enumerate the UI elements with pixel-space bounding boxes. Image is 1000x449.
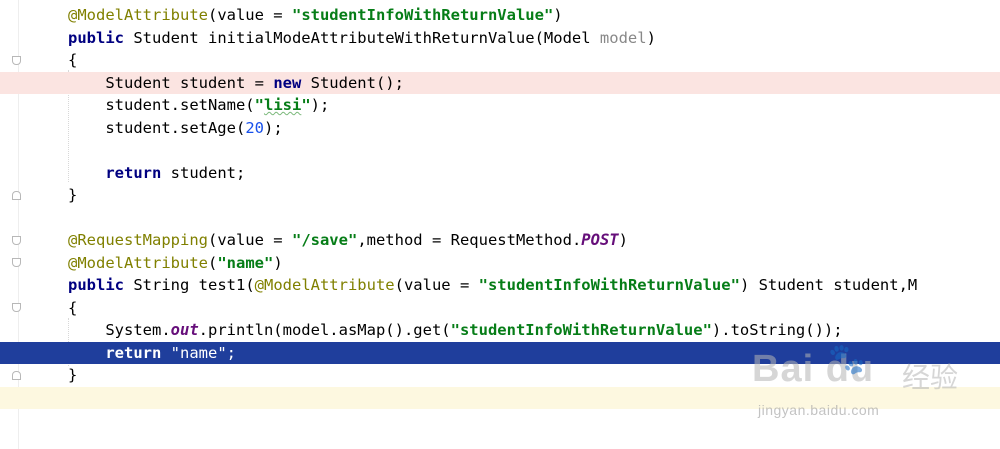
code-token: { [68, 298, 78, 317]
code-line[interactable]: return student; [0, 162, 1000, 185]
code-token: out [170, 321, 199, 339]
code-editor[interactable]: @ModelAttribute(value = "studentInfoWith… [0, 0, 1000, 449]
code-token: (value = [207, 6, 292, 24]
code-token: public [68, 28, 124, 47]
code-token: "name"; [161, 343, 236, 362]
code-token: ).toString()); [711, 321, 843, 339]
code-token: ) [618, 231, 628, 249]
code-line[interactable] [0, 386, 1000, 409]
code-token: public [68, 276, 124, 294]
code-token: lisi [263, 96, 302, 114]
code-text: { [68, 49, 77, 72]
code-text: public Student initialModeAttributeWithR… [68, 27, 656, 50]
code-token: "studentInfoWithReturnValue" [450, 321, 712, 339]
code-text: student.setName("lisi"); [68, 94, 329, 117]
code-line[interactable] [0, 207, 1000, 230]
code-token: @ModelAttribute [68, 6, 208, 24]
code-token: ) [553, 6, 563, 24]
code-token: return [105, 163, 162, 182]
code-token: "studentInfoWithReturnValue" [291, 6, 554, 24]
code-token: "studentInfoWithReturnValue" [478, 276, 740, 294]
code-line[interactable]: @ModelAttribute("name") [0, 252, 1000, 275]
code-token: ,method = RequestMethod. [357, 231, 582, 249]
code-token: ) Student student,M [739, 276, 918, 294]
code-token: Student initialModeAttributeWithReturnVa… [124, 28, 600, 47]
code-line[interactable] [0, 139, 1000, 162]
code-line[interactable]: student.setAge(20); [0, 117, 1000, 140]
code-line[interactable]: } [0, 364, 1000, 387]
code-token: ) [273, 253, 283, 272]
code-token: Student student = [68, 73, 274, 92]
code-token: "name" [217, 253, 274, 272]
code-line[interactable]: @RequestMapping(value = "/save",method =… [0, 229, 1000, 252]
code-token: .println(model.asMap().get( [198, 321, 451, 339]
code-token: model [599, 28, 647, 47]
code-text: { [68, 297, 77, 320]
code-text: @ModelAttribute("name") [68, 252, 283, 275]
code-token: student; [161, 163, 246, 182]
code-token: ); [263, 118, 283, 137]
code-token: String test1( [124, 276, 255, 294]
code-token: ) [646, 28, 656, 47]
code-token: @RequestMapping [68, 231, 208, 249]
code-token: " [301, 96, 311, 114]
code-token: "/save" [291, 231, 358, 249]
code-token: return [105, 343, 162, 362]
code-line[interactable]: public String test1(@ModelAttribute(valu… [0, 274, 1000, 297]
code-text: student.setAge(20); [68, 117, 283, 140]
code-token: POST [581, 231, 619, 249]
code-token: ); [310, 96, 330, 114]
code-token: System. [68, 321, 171, 339]
code-text: } [68, 184, 77, 207]
code-token: Student(); [301, 73, 404, 92]
code-line[interactable]: @ModelAttribute(value = "studentInfoWith… [0, 4, 1000, 27]
code-token: (value = [394, 276, 479, 294]
code-token: student.setAge( [68, 118, 246, 137]
code-line[interactable]: Student student = new Student(); [0, 71, 1000, 95]
code-token: @ModelAttribute [254, 276, 395, 294]
code-token: } [68, 186, 78, 204]
code-token: (value = [207, 231, 292, 249]
code-text: public String test1(@ModelAttribute(valu… [68, 274, 917, 297]
code-text: @RequestMapping(value = "/save",method =… [68, 229, 628, 252]
code-token: new [273, 73, 302, 92]
code-text: @ModelAttribute(value = "studentInfoWith… [68, 4, 563, 27]
code-token: @ModelAttribute [68, 253, 208, 272]
code-line[interactable]: { [0, 297, 1000, 320]
code-token: } [68, 366, 78, 384]
code-line[interactable]: System.out.println(model.asMap().get("st… [0, 319, 1000, 342]
code-line[interactable]: return "name"; [0, 341, 1000, 365]
code-text: Student student = new Student(); [68, 72, 404, 95]
code-token: ( [207, 253, 218, 272]
code-line[interactable]: student.setName("lisi"); [0, 94, 1000, 117]
code-text: return "name"; [68, 342, 236, 365]
code-line[interactable]: } [0, 184, 1000, 207]
code-text: System.out.println(model.asMap().get("st… [68, 319, 843, 342]
code-line[interactable]: { [0, 49, 1000, 72]
code-text: } [68, 364, 77, 387]
code-token: student.setName( [68, 96, 255, 114]
code-line[interactable]: public Student initialModeAttributeWithR… [0, 27, 1000, 50]
code-token: { [68, 51, 78, 69]
code-token: 20 [245, 118, 264, 137]
code-text: return student; [68, 162, 245, 185]
code-token: " [254, 96, 264, 114]
